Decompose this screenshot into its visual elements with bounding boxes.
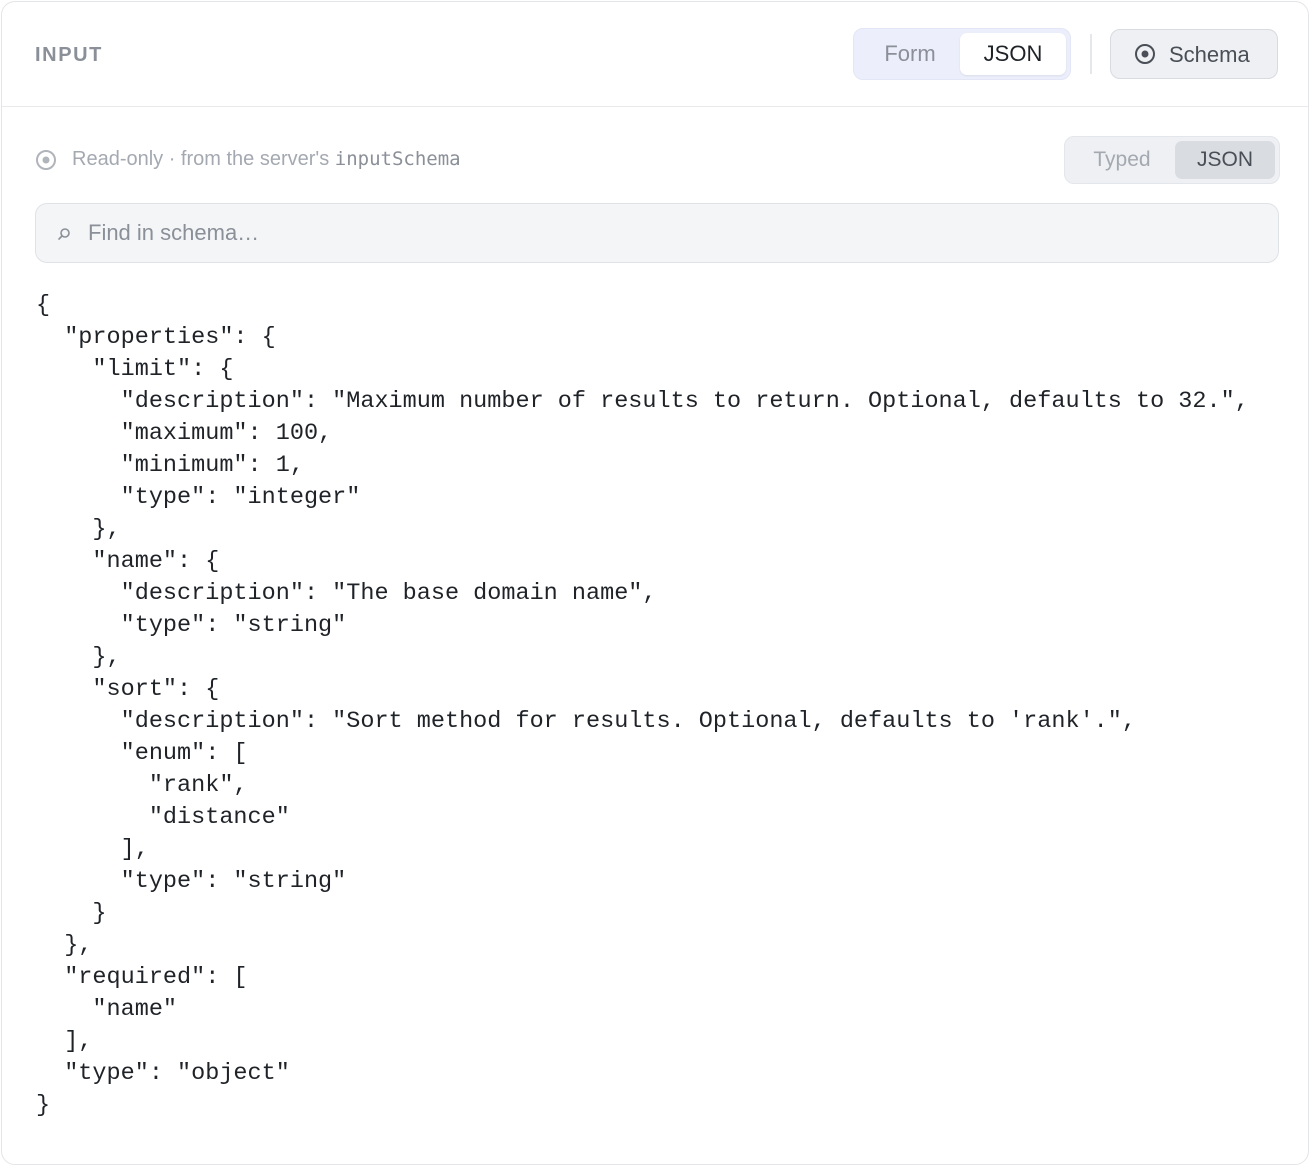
- search-input[interactable]: [88, 214, 1258, 252]
- schema-json-view: { "properties": { "limit": { "descriptio…: [36, 292, 1249, 1119]
- tab-json-view[interactable]: JSON: [1175, 141, 1275, 179]
- input-panel: INPUT Form JSON Schema Read-only · from …: [1, 1, 1309, 1165]
- mode-toggle: Form JSON: [853, 28, 1071, 80]
- tab-json[interactable]: JSON: [960, 33, 1066, 75]
- schema-button[interactable]: Schema: [1110, 29, 1278, 79]
- panel-header: INPUT Form JSON Schema: [2, 2, 1308, 107]
- schema-button-label: Schema: [1169, 42, 1250, 67]
- target-icon: [1135, 44, 1155, 64]
- panel-title: INPUT: [35, 44, 103, 66]
- view-toggle: Typed JSON: [1064, 136, 1280, 184]
- header-divider: [1090, 34, 1092, 74]
- target-icon: [36, 150, 56, 170]
- readonly-code: inputSchema: [334, 148, 461, 170]
- tab-typed[interactable]: Typed: [1071, 141, 1173, 179]
- readonly-text: Read-only · from the server's inputSchem…: [72, 148, 461, 170]
- schema-search: [35, 203, 1279, 263]
- tab-form[interactable]: Form: [860, 33, 960, 75]
- search-icon: [58, 228, 70, 240]
